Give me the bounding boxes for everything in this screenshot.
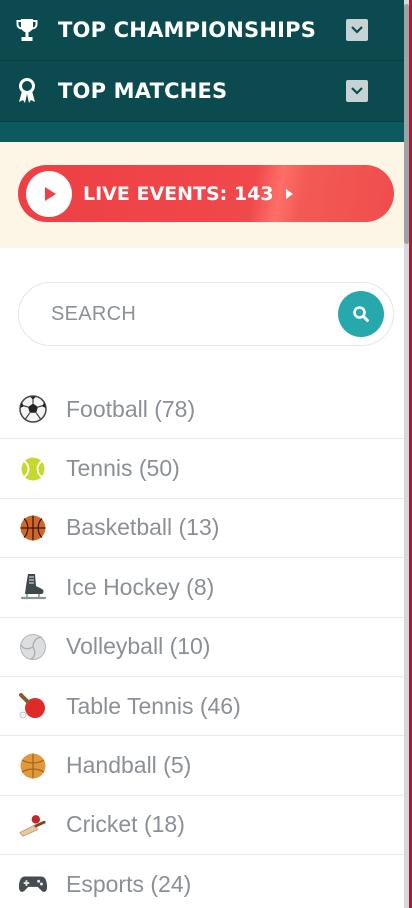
sport-label: Tennis (50) bbox=[66, 455, 180, 482]
sport-item-tennis[interactable]: Tennis (50) bbox=[0, 439, 404, 499]
sports-list: Football (78) Tennis (50) Basketball (13… bbox=[0, 380, 404, 908]
sport-item-ice-hockey[interactable]: Ice Hockey (8) bbox=[0, 558, 404, 618]
live-events-button[interactable]: LIVE EVENTS: 143 bbox=[18, 165, 394, 222]
soccer-ball-icon bbox=[18, 394, 48, 424]
sport-item-table-tennis[interactable]: Table Tennis (46) bbox=[0, 677, 404, 737]
sport-item-basketball[interactable]: Basketball (13) bbox=[0, 499, 404, 559]
header-divider-band bbox=[0, 122, 404, 142]
sport-label: Cricket (18) bbox=[66, 811, 185, 838]
trophy-icon bbox=[16, 17, 38, 43]
live-events-label: LIVE EVENTS: 143 bbox=[83, 182, 274, 205]
sport-label: Volleyball (10) bbox=[66, 633, 211, 660]
sport-item-volleyball[interactable]: Volleyball (10) bbox=[0, 618, 404, 677]
sport-label: Handball (5) bbox=[66, 752, 192, 779]
top-matches-header[interactable]: TOP MATCHES bbox=[0, 61, 404, 122]
sport-item-handball[interactable]: Handball (5) bbox=[0, 736, 404, 796]
search-box bbox=[18, 282, 394, 346]
search-input[interactable] bbox=[51, 302, 311, 326]
search-button[interactable] bbox=[338, 291, 384, 337]
top-championships-header[interactable]: TOP CHAMPIONSHIPS bbox=[0, 0, 404, 61]
sports-menu-panel: TOP CHAMPIONSHIPS TOP MATCHES LIVE EVENT… bbox=[0, 0, 404, 908]
ice-skate-icon bbox=[18, 572, 48, 602]
sport-item-cricket[interactable]: Cricket (18) bbox=[0, 796, 404, 856]
top-matches-title: TOP MATCHES bbox=[58, 79, 228, 103]
sport-label: Table Tennis (46) bbox=[66, 692, 241, 719]
medal-icon bbox=[16, 78, 38, 104]
chevron-down-icon[interactable] bbox=[346, 19, 368, 41]
cricket-bat-icon bbox=[18, 810, 48, 840]
volleyball-icon bbox=[18, 632, 48, 662]
handball-icon bbox=[18, 751, 48, 781]
sport-item-football[interactable]: Football (78) bbox=[0, 380, 404, 440]
top-championships-title: TOP CHAMPIONSHIPS bbox=[58, 18, 317, 42]
sport-label: Football (78) bbox=[66, 395, 196, 422]
chevron-down-icon[interactable] bbox=[346, 80, 368, 102]
live-events-section: LIVE EVENTS: 143 bbox=[0, 142, 404, 248]
basketball-icon bbox=[18, 513, 48, 543]
tennis-ball-icon bbox=[18, 454, 48, 484]
play-icon bbox=[26, 170, 72, 217]
scrollbar-thumb[interactable] bbox=[404, 4, 409, 244]
gamepad-icon bbox=[18, 869, 48, 899]
sport-label: Esports (24) bbox=[66, 870, 192, 897]
search-section bbox=[0, 248, 404, 380]
search-icon bbox=[353, 306, 369, 322]
scrollbar[interactable] bbox=[404, 0, 409, 908]
sport-label: Basketball (13) bbox=[66, 514, 220, 541]
arrow-right-icon bbox=[286, 188, 293, 199]
sport-item-esports[interactable]: Esports (24) bbox=[0, 855, 404, 908]
ping-pong-paddle-icon bbox=[18, 691, 48, 721]
sport-label: Ice Hockey (8) bbox=[66, 573, 215, 600]
